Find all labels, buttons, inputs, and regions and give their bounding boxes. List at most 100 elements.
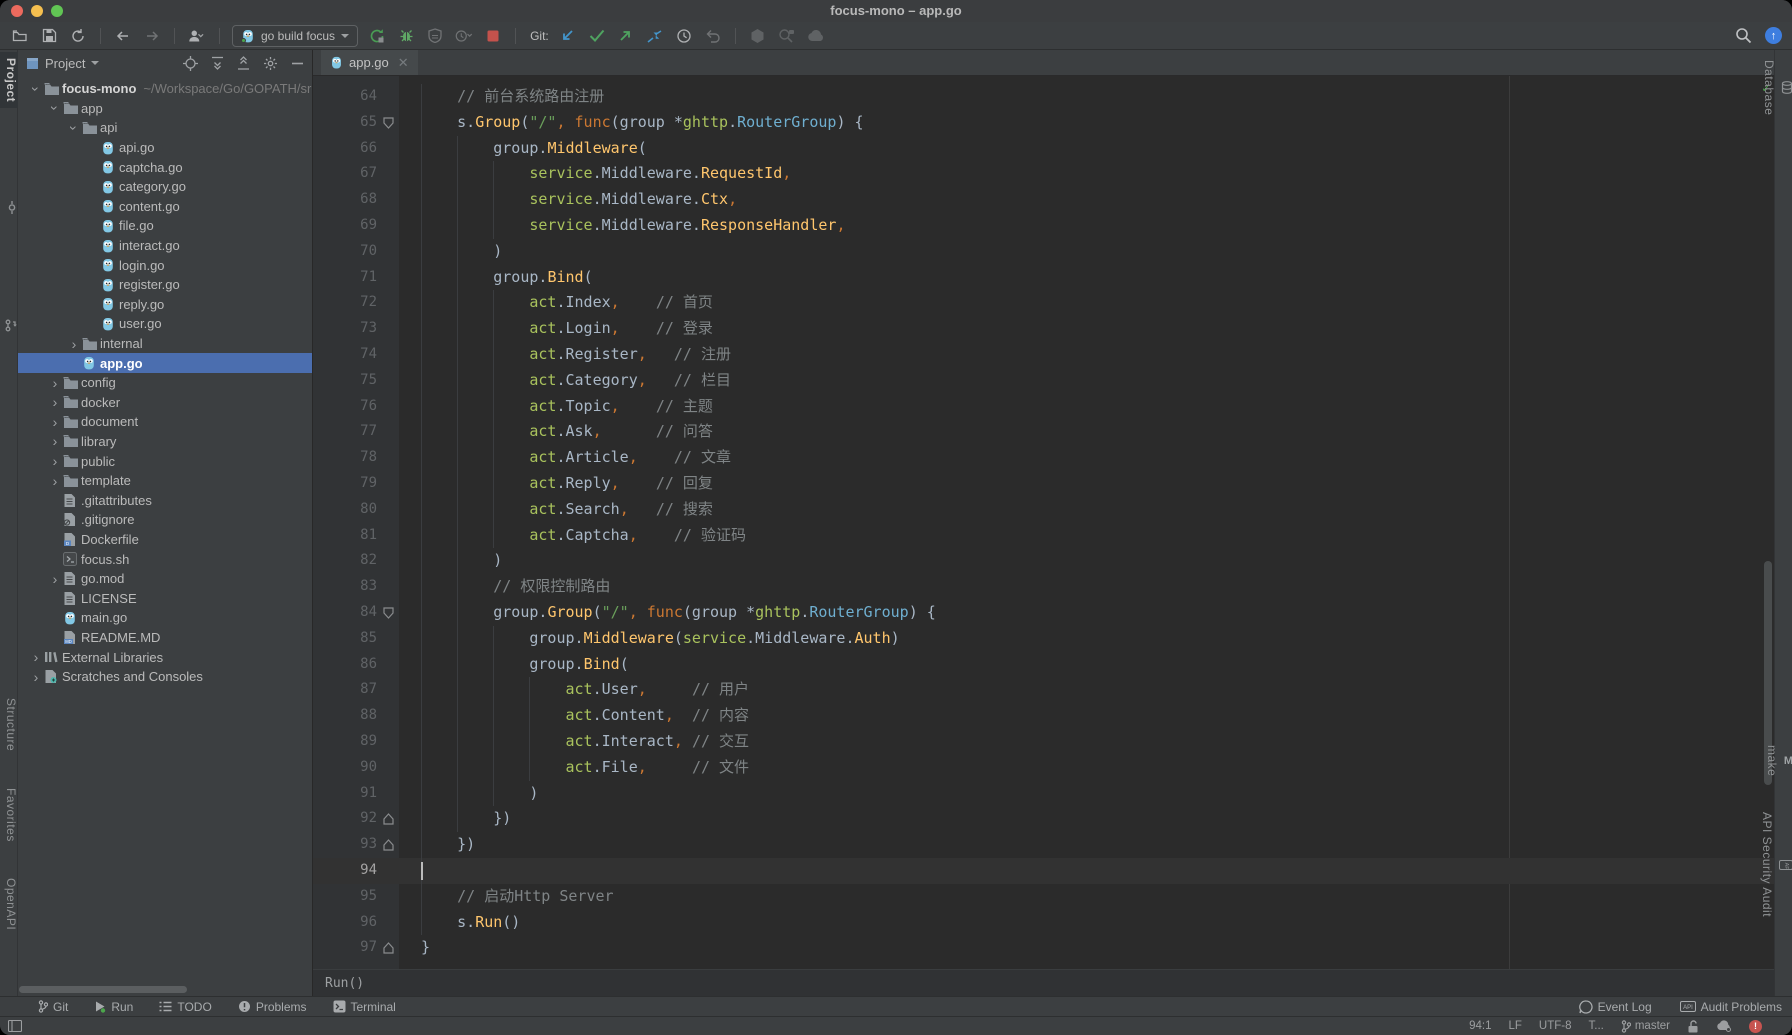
code-line-92[interactable]: 92 }) — [313, 806, 1774, 832]
toolbar-item-event-log[interactable]: Event Log — [1579, 1000, 1652, 1014]
tree-item-login-go[interactable]: login.go — [18, 255, 312, 275]
code-line-74[interactable]: 74 act.Register, // 注册 — [313, 342, 1774, 368]
rerun-icon[interactable] — [367, 26, 387, 46]
git-commit-icon[interactable] — [587, 26, 607, 46]
tree-item-external-libraries[interactable]: ›External Libraries — [18, 647, 312, 667]
tree-item-main-go[interactable]: main.go — [18, 608, 312, 628]
ide-update-icon[interactable]: ↑ — [1765, 27, 1782, 44]
forward-icon[interactable] — [142, 26, 162, 46]
sidebar-item-structure[interactable]: Structure — [0, 698, 18, 751]
chevron-closed-icon[interactable]: › — [47, 456, 63, 466]
tree-item-api[interactable]: ›api — [18, 118, 312, 138]
code-line-77[interactable]: 77 act.Ask, // 问答 — [313, 419, 1774, 445]
toolbar-item-run[interactable]: Run — [94, 1000, 133, 1014]
rollback-icon[interactable] — [703, 26, 723, 46]
encoding-indicator[interactable]: UTF-8 — [1539, 1020, 1572, 1032]
sync-icon[interactable] — [68, 26, 88, 46]
code-line-71[interactable]: 71 group.Bind( — [313, 265, 1774, 291]
chevron-down-icon[interactable] — [91, 61, 99, 65]
code-line-84[interactable]: 84 group.Group("/", func(group *ghttp.Ro… — [313, 600, 1774, 626]
code-line-95[interactable]: 95 // 启动Http Server — [313, 884, 1774, 910]
fold-close-icon[interactable] — [377, 935, 399, 961]
zoom-window-button[interactable] — [51, 5, 63, 17]
code-line-64[interactable]: 64 // 前台系统路由注册 — [313, 84, 1774, 110]
minimize-window-button[interactable] — [31, 5, 43, 17]
settings-gear-icon[interactable] — [263, 56, 278, 71]
hexagon-tool-icon[interactable] — [748, 26, 768, 46]
tree-item-interact-go[interactable]: interact.go — [18, 236, 312, 256]
save-all-icon[interactable] — [39, 26, 59, 46]
indent-indicator[interactable]: T... — [1589, 1020, 1604, 1032]
open-icon[interactable] — [10, 26, 30, 46]
tree-item-content-go[interactable]: content.go — [18, 197, 312, 217]
tree-item-api-go[interactable]: api.go — [18, 138, 312, 158]
profiler-icon[interactable] — [454, 26, 474, 46]
code-line-86[interactable]: 86 group.Bind( — [313, 652, 1774, 678]
sidebar-item-favorites[interactable]: Favorites ★ — [0, 788, 18, 842]
fold-open-icon[interactable] — [377, 110, 399, 136]
fold-open-icon[interactable] — [377, 600, 399, 626]
code-editor[interactable]: 64 // 前台系统路由注册65 s.Group("/", func(group… — [313, 76, 1774, 969]
code-line-79[interactable]: 79 act.Reply, // 回复 — [313, 471, 1774, 497]
chevron-closed-icon[interactable]: › — [47, 436, 63, 446]
code-line-73[interactable]: 73 act.Login, // 登录 — [313, 316, 1774, 342]
code-line-96[interactable]: 96 s.Run() — [313, 910, 1774, 936]
sidebar-item-database[interactable]: Database — [1775, 60, 1792, 115]
toolbar-item-audit-problems[interactable]: API Audit Problems — [1680, 1000, 1782, 1014]
tree-item-user-go[interactable]: user.go — [18, 314, 312, 334]
chevron-closed-icon[interactable]: › — [47, 574, 63, 584]
tree-item-reply-go[interactable]: reply.go — [18, 295, 312, 315]
sidebar-item-pull-requests[interactable]: Pull Requests — [0, 285, 18, 366]
code-line-81[interactable]: 81 act.Captcha, // 验证码 — [313, 523, 1774, 549]
expand-all-icon[interactable] — [211, 56, 224, 70]
close-window-button[interactable] — [11, 5, 23, 17]
code-line-72[interactable]: 72 act.Index, // 首页 — [313, 290, 1774, 316]
chevron-closed-icon[interactable]: › — [47, 417, 63, 427]
sidebar-item-api-security-audit[interactable]: API API Security Audit — [1775, 812, 1792, 917]
tab-app-go[interactable]: app.go ✕ — [321, 50, 418, 75]
tree-item-gitignore[interactable]: .gitignore — [18, 510, 312, 530]
git-update-icon[interactable] — [558, 26, 578, 46]
toolbar-item-terminal[interactable]: Terminal — [333, 1000, 396, 1014]
tree-item-captcha-go[interactable]: captcha.go — [18, 157, 312, 177]
user-dropdown-icon[interactable] — [187, 26, 207, 46]
breadcrumb-item[interactable]: Run() — [325, 976, 364, 991]
tree-item-template[interactable]: ›template — [18, 471, 312, 491]
git-branch-widget[interactable]: master — [1621, 1020, 1670, 1033]
chevron-open-icon[interactable]: › — [69, 120, 79, 136]
tree-item-readme-md[interactable]: MDREADME.MD — [18, 628, 312, 648]
tree-item-document[interactable]: ›document — [18, 412, 312, 432]
locate-file-icon[interactable] — [183, 56, 198, 71]
history-icon[interactable] — [674, 26, 694, 46]
code-line-83[interactable]: 83 // 权限控制路由 — [313, 574, 1774, 600]
unlock-icon[interactable] — [1687, 1020, 1699, 1033]
caret-position-indicator[interactable]: 94:1 — [1469, 1020, 1491, 1032]
tree-item-focus-mono[interactable]: ›focus-mono~/Workspace/Go/GOPATH/src/git… — [18, 79, 312, 99]
tree-item-dockerfile[interactable]: DDockerfile — [18, 530, 312, 550]
tree-item-docker[interactable]: ›docker — [18, 393, 312, 413]
code-line-75[interactable]: 75 act.Category, // 栏目 — [313, 368, 1774, 394]
code-line-80[interactable]: 80 act.Search, // 搜索 — [313, 497, 1774, 523]
collapse-all-icon[interactable] — [237, 56, 250, 70]
toolbar-item-problems[interactable]: Problems — [238, 1000, 307, 1014]
code-line-85[interactable]: 85 group.Middleware(service.Middleware.A… — [313, 626, 1774, 652]
tree-item-file-go[interactable]: file.go — [18, 216, 312, 236]
code-line-91[interactable]: 91 ) — [313, 781, 1774, 807]
tree-item-library[interactable]: ›library — [18, 432, 312, 452]
chevron-open-icon[interactable]: › — [31, 81, 41, 97]
line-ending-indicator[interactable]: LF — [1508, 1020, 1521, 1032]
tree-item-gitattributes[interactable]: .gitattributes — [18, 490, 312, 510]
code-line-88[interactable]: 88 act.Content, // 内容 — [313, 703, 1774, 729]
fold-close-icon[interactable] — [377, 806, 399, 832]
chevron-closed-icon[interactable]: › — [28, 652, 44, 662]
tree-item-license[interactable]: LICENSE — [18, 588, 312, 608]
back-icon[interactable] — [113, 26, 133, 46]
code-line-97[interactable]: 97} — [313, 935, 1774, 961]
chevron-closed-icon[interactable]: › — [47, 397, 63, 407]
toolbar-item-todo[interactable]: TODO — [159, 1000, 211, 1014]
project-horizontal-scrollbar[interactable] — [19, 986, 187, 993]
search-database-icon[interactable] — [777, 26, 797, 46]
chevron-closed-icon[interactable]: › — [47, 378, 63, 388]
tree-item-public[interactable]: ›public — [18, 451, 312, 471]
run-configuration-select[interactable]: go build focus — [232, 25, 358, 47]
